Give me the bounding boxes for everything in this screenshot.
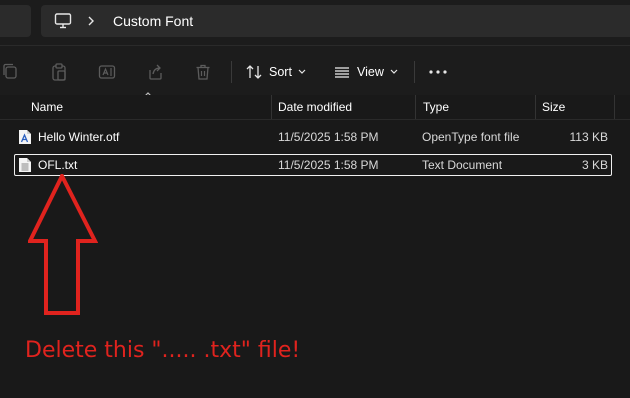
chevron-down-icon (298, 69, 306, 74)
toolbar-separator (414, 61, 415, 83)
address-bar-area: Custom Font (0, 0, 630, 45)
column-divider[interactable] (614, 95, 615, 119)
column-header-name[interactable]: Name (31, 100, 63, 114)
command-bar: Sort View (0, 45, 630, 96)
column-divider[interactable] (415, 95, 416, 119)
file-row[interactable]: Hello Winter.otf 11/5/2025 1:58 PM OpenT… (14, 126, 612, 148)
sort-label: Sort (269, 65, 292, 79)
file-row-selected[interactable]: OFL.txt 11/5/2025 1:58 PM Text Document … (14, 154, 612, 176)
sort-icon (246, 65, 262, 79)
file-explorer-window: Custom Font Sort View Name Date modified… (0, 0, 630, 398)
navigation-button-stub[interactable] (0, 5, 31, 37)
more-icon[interactable] (428, 67, 448, 77)
delete-icon[interactable] (194, 63, 212, 81)
file-name: Hello Winter.otf (38, 130, 120, 144)
annotation-text: Delete this "..... .txt" file! (25, 338, 301, 363)
toolbar-separator (231, 61, 232, 83)
view-label: View (357, 65, 384, 79)
share-icon[interactable] (146, 63, 164, 81)
column-header-date[interactable]: Date modified (278, 100, 352, 114)
view-button[interactable]: View (334, 60, 405, 84)
column-header-row: Name Date modified Type Size (0, 95, 630, 120)
column-header-type[interactable]: Type (423, 100, 449, 114)
file-type: OpenType font file (422, 130, 520, 144)
address-bar[interactable]: Custom Font (41, 5, 630, 37)
font-file-icon (19, 130, 31, 144)
chevron-right-icon[interactable] (86, 13, 96, 29)
text-file-icon (19, 158, 31, 172)
file-size: 3 KB (581, 158, 608, 172)
file-date: 11/5/2025 1:58 PM (278, 130, 379, 144)
annotation-arrow (28, 174, 98, 315)
column-divider[interactable] (535, 95, 536, 119)
column-divider[interactable] (271, 95, 272, 119)
paste-icon[interactable] (50, 63, 68, 81)
sort-button[interactable]: Sort (246, 60, 313, 84)
computer-icon (54, 13, 72, 29)
chevron-down-icon (390, 69, 398, 74)
column-header-size[interactable]: Size (542, 100, 565, 114)
copy-icon[interactable] (2, 63, 20, 81)
breadcrumb-custom-font[interactable]: Custom Font (113, 13, 193, 29)
file-name: OFL.txt (38, 158, 78, 172)
file-date: 11/5/2025 1:58 PM (278, 158, 379, 172)
file-type: Text Document (422, 158, 503, 172)
rename-icon[interactable] (98, 63, 116, 81)
file-size: 113 KB (569, 130, 608, 144)
view-icon (335, 67, 349, 78)
